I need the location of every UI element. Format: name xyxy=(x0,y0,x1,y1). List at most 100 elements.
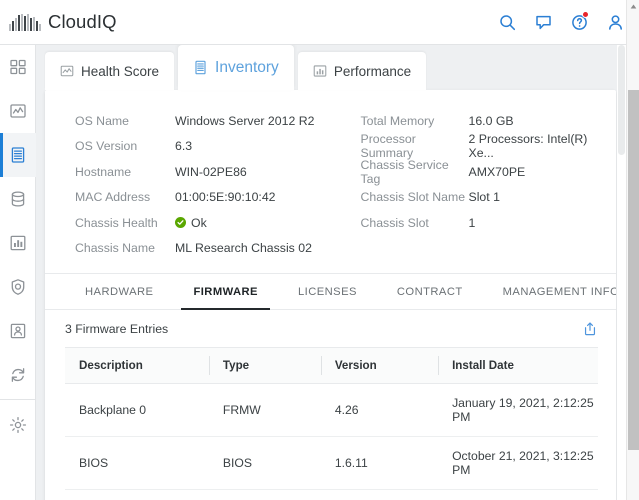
detail-value: 6.3 xyxy=(175,139,193,154)
detail-label: Total Memory xyxy=(360,113,435,128)
subtab-hardware[interactable]: HARDWARE xyxy=(65,274,173,309)
scrollbar-up-arrow-icon[interactable] xyxy=(627,0,639,13)
details-right-column: Total Memory 16.0 GB Processor Summary 2… xyxy=(331,108,617,261)
top-bar-actions xyxy=(496,11,626,33)
detail-value: 1 xyxy=(468,215,476,230)
inventory-card: OS Name Windows Server 2012 R2 OS Versio… xyxy=(45,90,616,500)
rail-divider xyxy=(0,399,36,400)
status-badge: Ok xyxy=(191,215,207,230)
cell-version: 1.6.11 xyxy=(320,436,439,490)
cloudiq-app: CloudIQ Health Score Inventory Performan… xyxy=(0,0,639,500)
detail-row: OS Version 6.3 xyxy=(75,134,331,160)
sidebar-item-contacts[interactable] xyxy=(0,309,36,353)
subtab-contract[interactable]: CONTRACT xyxy=(377,274,483,309)
detail-value: 2 Processors: Intel(R) Xe... xyxy=(468,132,588,161)
detail-value: 16.0 GB xyxy=(468,113,514,128)
user-icon[interactable] xyxy=(604,11,626,33)
detail-row: Chassis Slot 1 xyxy=(361,210,617,236)
export-icon[interactable] xyxy=(582,321,598,337)
brand-name: CloudIQ xyxy=(48,11,117,32)
feedback-icon[interactable] xyxy=(532,11,554,33)
tab-performance[interactable]: Performance xyxy=(297,52,427,90)
detail-label: Chassis Slot xyxy=(360,215,429,230)
detail-row: Chassis Slot Name Slot 1 xyxy=(361,185,617,211)
sidebar-item-cybersecurity[interactable] xyxy=(0,265,36,309)
inventory-subtabs: HARDWARE FIRMWARE LICENSES CONTRACT MANA… xyxy=(45,273,616,310)
table-row[interactable]: BIOS BIOS 1.6.11 October 21, 2021, 3:12:… xyxy=(65,436,598,490)
detail-row: Chassis Name ML Research Chassis 02 xyxy=(75,236,331,262)
tab-health-score[interactable]: Health Score xyxy=(45,52,175,90)
column-header-install-date[interactable]: Install Date xyxy=(438,347,598,384)
sidebar-item-settings[interactable] xyxy=(0,403,36,447)
window-scrollbar-thumb[interactable] xyxy=(628,90,639,450)
search-icon[interactable] xyxy=(496,11,518,33)
tab-inventory[interactable]: Inventory xyxy=(178,45,294,90)
sidebar-item-storage[interactable] xyxy=(0,177,36,221)
status-ok-icon xyxy=(175,217,186,229)
subtab-management-info[interactable]: MANAGEMENT INFO xyxy=(483,274,616,309)
table-header-row: Description Type Version Install Date xyxy=(65,347,598,384)
subtab-licenses[interactable]: LICENSES xyxy=(278,274,377,309)
brand-logo[interactable]: CloudIQ xyxy=(9,11,117,33)
cell-install-date: October 21, 2021, 3:12:25 PM xyxy=(438,436,598,490)
content-scrollbar[interactable] xyxy=(617,45,626,500)
subtab-label: LICENSES xyxy=(297,285,357,298)
settings-icon xyxy=(9,416,27,434)
detail-row-chassis-health: Chassis Health Ok xyxy=(75,210,331,236)
storage-icon xyxy=(11,191,25,207)
detail-label: Chassis Health xyxy=(75,215,158,230)
detail-label: Hostname xyxy=(75,164,132,179)
column-header-version[interactable]: Version xyxy=(320,347,439,384)
column-header-type[interactable]: Type xyxy=(208,347,321,384)
cell-install-date: January 19, 2021, 2:12:25 PM xyxy=(438,489,598,500)
subtab-label: HARDWARE xyxy=(85,285,154,298)
content-scrollbar-thumb[interactable] xyxy=(618,45,625,155)
system-details: OS Name Windows Server 2012 R2 OS Versio… xyxy=(45,90,616,273)
sidebar-item-monitoring[interactable] xyxy=(0,89,36,133)
sidebar-item-dashboard[interactable] xyxy=(0,45,36,89)
security-icon xyxy=(11,279,25,295)
cell-version: 4.26 xyxy=(320,383,439,437)
tab-label: Health Score xyxy=(81,63,160,79)
sidebar-item-lifecycle[interactable] xyxy=(0,353,36,397)
detail-row: OS Name Windows Server 2012 R2 xyxy=(75,108,331,134)
detail-row: Hostname WIN-02PE86 xyxy=(75,159,331,185)
sync-icon xyxy=(11,368,25,382)
detail-label: Chassis Slot Name xyxy=(360,190,466,205)
detail-label: OS Version xyxy=(75,139,138,154)
help-icon[interactable] xyxy=(568,11,590,33)
main-tabs: Health Score Inventory Performance xyxy=(36,45,639,90)
detail-row: Total Memory 16.0 GB xyxy=(361,108,617,134)
entries-toolbar: 3 Firmware Entries xyxy=(45,310,616,347)
detail-label: MAC Address xyxy=(75,190,151,205)
cell-description: Backplane 0 xyxy=(65,383,209,437)
subtab-label: FIRMWARE xyxy=(193,285,258,298)
table-head: Description Type Version Install Date xyxy=(65,347,598,384)
sidebar-item-inventory[interactable] xyxy=(0,133,36,177)
logo-bars-icon xyxy=(9,13,41,31)
subtab-label: CONTRACT xyxy=(396,285,463,298)
detail-row: Chassis Service Tag AMX70PE xyxy=(360,157,617,186)
table-body: Backplane 0 FRMW 4.26 January 19, 2021, … xyxy=(65,383,598,500)
cell-description: BIOS xyxy=(65,436,209,490)
column-header-description[interactable]: Description xyxy=(65,347,209,384)
detail-label: Chassis Name xyxy=(75,241,155,256)
table-row[interactable]: Backplane 0 FRMW 4.26 January 19, 2021, … xyxy=(65,383,598,437)
left-nav-rail xyxy=(0,45,36,500)
sidebar-item-reports[interactable] xyxy=(0,221,36,265)
detail-row: Processor Summary 2 Processors: Intel(R)… xyxy=(361,132,617,161)
entries-count-label: 3 Firmware Entries xyxy=(65,321,169,336)
firmware-table-wrap: Description Type Version Install Date Ba… xyxy=(45,347,616,500)
detail-value: WIN-02PE86 xyxy=(175,164,247,179)
subtab-label: MANAGEMENT INFO xyxy=(502,285,616,298)
detail-value: AMX70PE xyxy=(468,164,526,179)
detail-row: MAC Address 01:00:5E:90:10:42 xyxy=(75,185,331,211)
subtab-firmware[interactable]: FIRMWARE xyxy=(173,274,278,310)
reports-icon xyxy=(10,235,26,251)
detail-label: Chassis Service Tag xyxy=(360,157,449,186)
firmware-table: Description Type Version Install Date Ba… xyxy=(65,347,598,500)
detail-value: Slot 1 xyxy=(468,190,500,205)
monitoring-icon xyxy=(10,104,26,118)
window-scrollbar[interactable] xyxy=(626,0,639,500)
table-row[interactable]: BIOS BIOS 1.0.2 January 19, 2021, 2:12:2… xyxy=(65,489,598,500)
